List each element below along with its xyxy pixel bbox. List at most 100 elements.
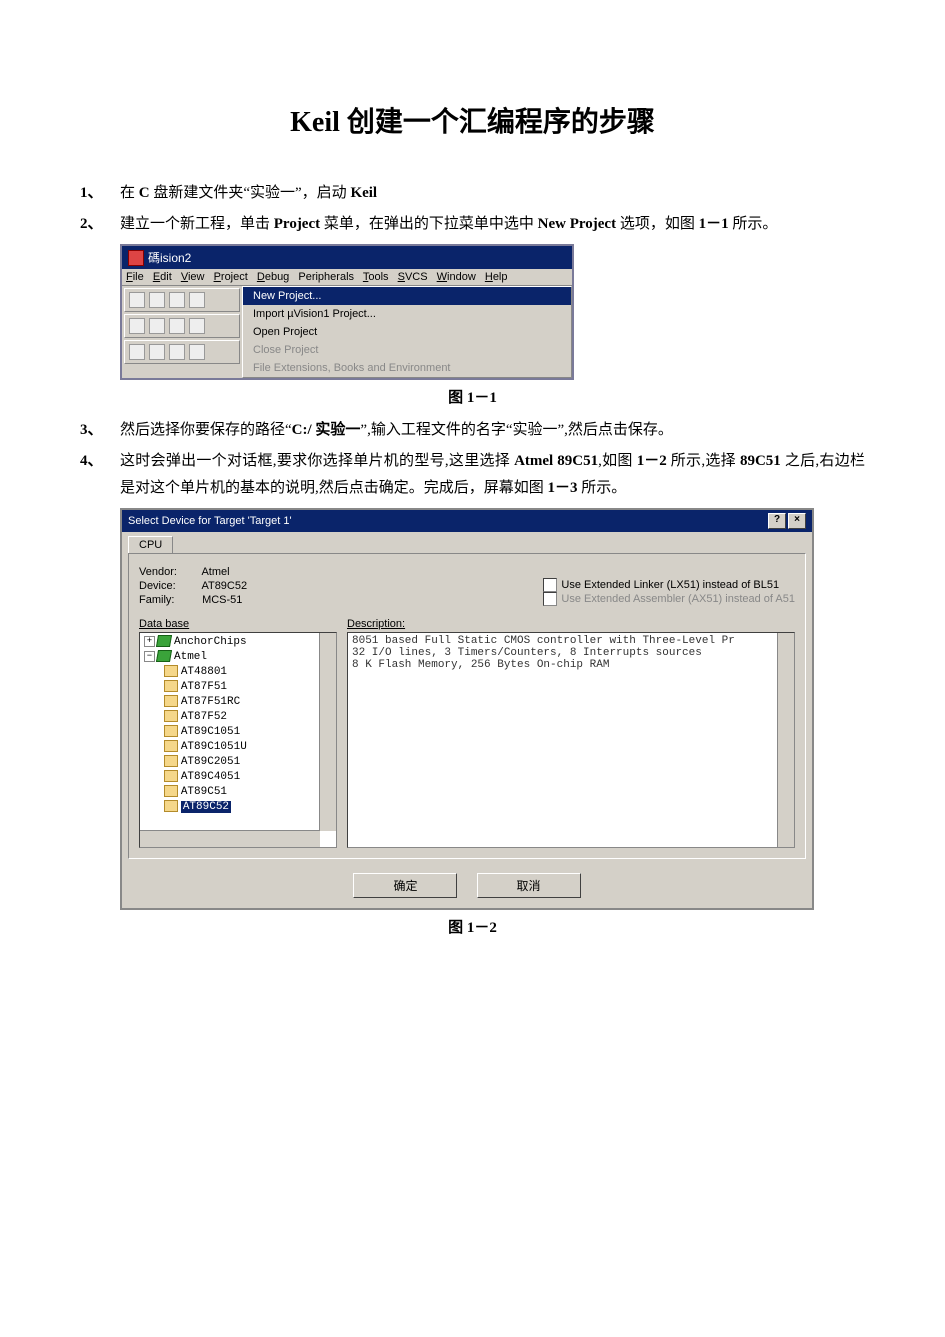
step-number: 1、 — [80, 180, 120, 207]
checkbox-extended-linker[interactable]: Use Extended Linker (LX51) instead of BL… — [543, 578, 795, 592]
copy-icon[interactable] — [129, 318, 145, 334]
text: 所示,选择 — [667, 453, 740, 469]
horizontal-scrollbar[interactable] — [140, 830, 320, 847]
label-family: Family: — [139, 594, 199, 606]
checkbox-extended-assembler: Use Extended Assembler (AX51) instead of… — [543, 592, 795, 606]
text: 这时会弹出一个对话框,要求你选择单片机的型号,这里选择 — [120, 453, 514, 469]
dialog-titlebar: Select Device for Target 'Target 1' ? × — [122, 510, 812, 532]
folder-icon — [164, 695, 178, 707]
text: 建立一个新工程，单击 — [120, 216, 274, 232]
figure-caption-2: 图 1－2 — [80, 916, 865, 937]
text: 选项，如图 — [616, 216, 699, 232]
vertical-scrollbar[interactable] — [777, 633, 794, 847]
step-number: 3、 — [80, 417, 120, 444]
menu-file[interactable]: File — [126, 271, 144, 283]
bold: 89C51 — [740, 453, 781, 469]
find-icon[interactable] — [169, 318, 185, 334]
expand-icon[interactable]: + — [144, 636, 155, 647]
uvision-window: 碼ision2 File Edit View Project Debug Per… — [120, 244, 574, 380]
toolbar-row — [124, 288, 240, 312]
app-icon — [128, 250, 144, 266]
step-3: 3、 然后选择你要保存的路径“C:/ 实验一”,输入工程文件的名字“实验一”,然… — [80, 417, 865, 444]
text: 然后选择你要保存的路径“ — [120, 422, 292, 438]
bold: New Project — [538, 216, 616, 232]
tree-device[interactable]: AT87F52 — [181, 711, 227, 723]
bold: 1－3 — [548, 480, 578, 496]
close-button[interactable]: × — [788, 513, 806, 529]
tree-device[interactable]: AT48801 — [181, 666, 227, 678]
menu-edit[interactable]: Edit — [153, 271, 172, 283]
save-icon[interactable] — [169, 292, 185, 308]
step-2: 2、 建立一个新工程，单击 Project 菜单，在弹出的下拉菜单中选中 New… — [80, 211, 865, 238]
bold: 1－1 — [699, 216, 729, 232]
tree-vendor[interactable]: AnchorChips — [174, 636, 247, 648]
text: 所示。 — [578, 480, 627, 496]
menu-peripherals[interactable]: Peripherals — [298, 271, 354, 283]
tree-device[interactable]: AT89C1051U — [181, 741, 247, 753]
bold: Atmel 89C51 — [514, 453, 598, 469]
build-icon[interactable] — [129, 344, 145, 360]
checkbox-icon[interactable] — [543, 578, 557, 592]
menu-tools[interactable]: Tools — [363, 271, 389, 283]
folder-icon — [164, 710, 178, 722]
figure-1-2: Select Device for Target 'Target 1' ? × … — [120, 508, 865, 910]
rebuild-icon[interactable] — [149, 344, 165, 360]
tree-device-selected[interactable]: AT89C52 — [181, 801, 231, 813]
toolbar-row — [124, 314, 240, 338]
folder-icon — [164, 785, 178, 797]
cancel-button[interactable]: 取消 — [477, 873, 581, 898]
collapse-icon[interactable]: − — [144, 651, 155, 662]
save-all-icon[interactable] — [189, 292, 205, 308]
stop-icon[interactable] — [189, 344, 205, 360]
menu-item-open-project[interactable]: Open Project — [243, 323, 571, 341]
step-1: 1、 在 C 盘新建文件夹“实验一”，启动 Keil — [80, 180, 865, 207]
description-line: 8 K Flash Memory, 256 Bytes On-chip RAM — [352, 659, 790, 671]
folder-icon — [164, 665, 178, 677]
menu-view[interactable]: View — [181, 271, 205, 283]
select-device-dialog: Select Device for Target 'Target 1' ? × … — [120, 508, 814, 910]
open-icon[interactable] — [149, 292, 165, 308]
chip-icon — [156, 635, 172, 647]
folder-icon — [164, 740, 178, 752]
tree-device[interactable]: AT87F51RC — [181, 696, 240, 708]
tree-device[interactable]: AT89C2051 — [181, 756, 240, 768]
checkbox-label: Use Extended Linker (LX51) instead of BL… — [561, 579, 779, 591]
folder-icon — [164, 755, 178, 767]
menubar[interactable]: File Edit View Project Debug Peripherals… — [122, 269, 572, 286]
menu-item-import-project[interactable]: Import µVision1 Project... — [243, 305, 571, 323]
vertical-scrollbar[interactable] — [319, 633, 336, 831]
tree-device[interactable]: AT89C4051 — [181, 771, 240, 783]
help-button[interactable]: ? — [768, 513, 786, 529]
bold: C — [139, 185, 150, 201]
tree-device[interactable]: AT87F51 — [181, 681, 227, 693]
menu-debug[interactable]: Debug — [257, 271, 289, 283]
new-file-icon[interactable] — [129, 292, 145, 308]
menu-svcs[interactable]: SVCS — [398, 271, 428, 283]
label-device: Device: — [139, 580, 199, 592]
page-title: Keil 创建一个汇编程序的步骤 — [80, 100, 865, 140]
tab-cpu[interactable]: CPU — [128, 536, 173, 553]
options-icon[interactable] — [189, 318, 205, 334]
figure-caption-1: 图 1－1 — [80, 386, 865, 407]
description-line: 32 I/O lines, 3 Timers/Counters, 8 Inter… — [352, 647, 790, 659]
toolbar-area — [122, 286, 242, 366]
print-icon[interactable] — [149, 318, 165, 334]
device-tree[interactable]: + AnchorChips − Atmel AT48801 AT87F51 AT87… — [139, 632, 337, 848]
ok-button[interactable]: 确定 — [353, 873, 457, 898]
value-device: AT89C52 — [201, 580, 247, 592]
tree-device[interactable]: AT89C51 — [181, 786, 227, 798]
menu-item-file-extensions: File Extensions, Books and Environment — [243, 359, 571, 377]
folder-icon — [164, 725, 178, 737]
folder-icon — [164, 800, 178, 812]
menu-project[interactable]: Project — [214, 271, 248, 283]
menu-item-new-project[interactable]: New Project... — [243, 287, 571, 305]
tree-vendor[interactable]: Atmel — [174, 651, 207, 663]
tree-device[interactable]: AT89C1051 — [181, 726, 240, 738]
checkbox-icon — [543, 592, 557, 606]
dialog-title: Select Device for Target 'Target 1' — [128, 515, 292, 527]
translate-icon[interactable] — [169, 344, 185, 360]
menu-help[interactable]: Help — [485, 271, 508, 283]
menu-window[interactable]: Window — [437, 271, 476, 283]
menu-item-close-project: Close Project — [243, 341, 571, 359]
text: 菜单，在弹出的下拉菜单中选中 — [320, 216, 538, 232]
